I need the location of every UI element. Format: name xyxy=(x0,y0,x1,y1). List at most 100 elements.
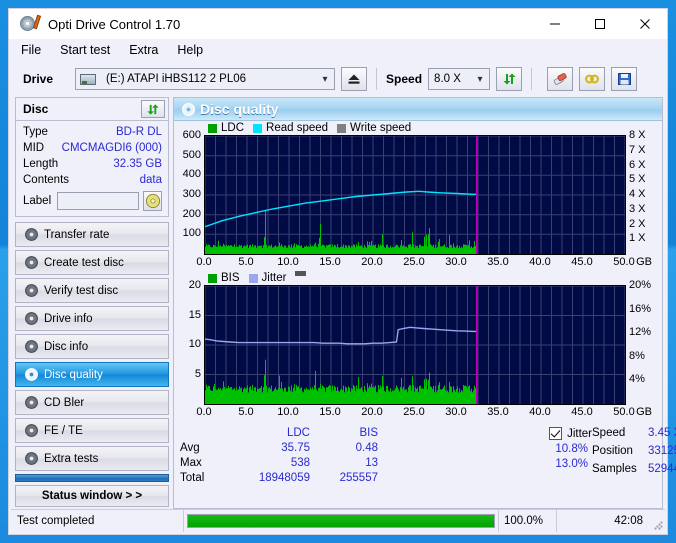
disc-row-contents: Contents data xyxy=(23,173,162,188)
erase-button[interactable] xyxy=(547,67,574,91)
sidebar-item-label: CD Bler xyxy=(44,396,85,409)
refresh-button[interactable] xyxy=(496,67,523,91)
chevron-down-icon: ▾ xyxy=(477,73,483,85)
samples-key: Samples xyxy=(592,463,637,475)
disc-row-mid: MID CMCMAGDI6 (000) xyxy=(23,141,162,156)
minimize-button[interactable] xyxy=(532,9,577,39)
jitter-label: Jitter xyxy=(567,427,592,440)
legend-swatch-jitter xyxy=(248,273,258,283)
disc-icon xyxy=(20,423,42,438)
menu-start-test[interactable]: Start test xyxy=(60,41,120,59)
disc-label-browse-button[interactable] xyxy=(143,191,162,211)
y2-tick: 1 X xyxy=(629,232,646,245)
x-tick: 5.0 xyxy=(238,256,254,268)
disc-icon xyxy=(20,255,42,270)
sidebar-item-verify-test-disc[interactable]: Verify test disc xyxy=(15,278,169,303)
disc-icon xyxy=(20,451,42,466)
sidebar-item-disc-info[interactable]: Disc info xyxy=(15,334,169,359)
y2-tick: 8% xyxy=(629,349,645,362)
disc-label-input[interactable] xyxy=(57,192,140,210)
progress-container xyxy=(184,510,498,532)
legend-label-read-speed: Read speed xyxy=(266,122,329,134)
speed-key: Speed xyxy=(592,427,626,439)
toolbar-divider xyxy=(376,68,378,90)
sidebar-item-cd-bler[interactable]: CD Bler xyxy=(15,390,169,415)
maximize-button[interactable] xyxy=(577,9,622,39)
stats-max-ldc: 538 xyxy=(290,457,310,469)
x-tick: 10.0 xyxy=(277,406,299,418)
chart-bis-jitter: BIS Jitter 5 10 15 20 4% 8% 12% 16% 20% 0.0 5.0 1… xyxy=(174,271,662,421)
y-tick: 600 xyxy=(182,129,201,141)
status-window-button[interactable]: Status window > > xyxy=(15,485,169,507)
app-window: Opti Drive Control 1.70 File Start test … xyxy=(8,8,676,535)
disc-icon xyxy=(20,311,42,326)
stats-total-ldc: 18948059 xyxy=(258,472,310,484)
x-tick: 30.0 xyxy=(445,256,467,268)
speed-value: 3.45 X xyxy=(648,427,676,439)
stats-max-bis: 13 xyxy=(365,457,378,469)
position-key: Position xyxy=(592,445,633,457)
menu-extra[interactable]: Extra xyxy=(129,41,168,59)
drive-select[interactable]: (E:) ATAPI iHBS112 2 PL06 ▾ xyxy=(75,68,336,90)
sidebar-item-label: Create test disc xyxy=(44,256,124,269)
disc-info-panel: Disc Type BD-R DL MID CMCMAGDI6 (000) Le… xyxy=(15,97,169,217)
legend-swatch-bis xyxy=(208,273,217,283)
sidebar-item-drive-info[interactable]: Drive info xyxy=(15,306,169,331)
eject-button[interactable] xyxy=(341,67,368,91)
speed-select[interactable]: 8.0 X ▾ xyxy=(428,68,491,90)
x-tick: 45.0 xyxy=(571,256,593,268)
x-tick: 40.0 xyxy=(529,406,551,418)
sidebar-item-transfer-rate[interactable]: Transfer rate xyxy=(15,222,169,247)
drive-icon xyxy=(80,72,97,87)
close-button[interactable] xyxy=(622,9,667,39)
y2-tick: 4% xyxy=(629,373,645,386)
disc-refresh-button[interactable] xyxy=(141,100,165,118)
disc-icon xyxy=(20,367,42,382)
y2-tick: 12% xyxy=(629,326,652,339)
resize-grip[interactable] xyxy=(649,510,665,532)
y-tick: 100 xyxy=(182,227,201,240)
sidebar-item-label: Transfer rate xyxy=(44,228,110,241)
sidebar-item-fe-te[interactable]: FE / TE xyxy=(15,418,169,443)
legend-swatch-ldc xyxy=(208,123,217,133)
x-tick: 30.0 xyxy=(445,406,467,418)
disc-label-row: Label xyxy=(23,191,162,211)
y2-tick: 8 X xyxy=(629,129,646,141)
disc-icon xyxy=(179,102,197,117)
y2-tick: 3 X xyxy=(629,202,646,215)
x-tick: 5.0 xyxy=(238,406,254,418)
x-tick: 15.0 xyxy=(319,256,341,268)
sidebar-item-disc-quality[interactable]: Disc quality xyxy=(15,362,169,387)
menu-file[interactable]: File xyxy=(21,41,51,59)
menu-help[interactable]: Help xyxy=(177,41,213,59)
jitter-checkbox[interactable] xyxy=(549,427,563,440)
disc-row-key: Length xyxy=(23,158,59,170)
disc-row-type: Type BD-R DL xyxy=(23,125,162,140)
sidebar-item-create-test-disc[interactable]: Create test disc xyxy=(15,250,169,275)
chart-bottom-y-axis: 5 10 15 20 xyxy=(174,279,204,405)
disc-row-key: MID xyxy=(23,142,45,154)
stats-row-label-max: Max xyxy=(180,457,202,469)
disc-info-rows: Type BD-R DL MID CMCMAGDI6 (000) Length … xyxy=(16,121,168,216)
samples-value: 529442 xyxy=(648,463,676,475)
save-button[interactable] xyxy=(611,67,638,91)
stats-total-bis: 255557 xyxy=(339,472,378,484)
legend-label-write-speed: Write speed xyxy=(350,122,412,134)
sidebar-item-label: Disc quality xyxy=(44,368,103,381)
x-tick: 50.0 xyxy=(613,256,635,268)
sidebar-item-label: Disc info xyxy=(44,340,89,353)
y2-tick: 5 X xyxy=(629,173,646,186)
drive-toolbar: Drive (E:) ATAPI iHBS112 2 PL06 ▾ Speed … xyxy=(9,61,667,97)
link-button[interactable] xyxy=(579,67,606,91)
disc-icon xyxy=(20,283,42,298)
sidebar-item-label: FE / TE xyxy=(44,424,83,437)
sidebar-item-extra-tests[interactable]: Extra tests xyxy=(15,446,169,471)
speed-label: Speed xyxy=(386,72,423,86)
sidebar-filler xyxy=(15,474,169,482)
x-tick: 40.0 xyxy=(529,256,551,268)
menu-bar: File Start test Extra Help xyxy=(9,39,667,61)
disc-label-key: Label xyxy=(23,195,52,207)
stats-avg-ldc: 35.75 xyxy=(281,442,310,454)
x-axis-unit: GB xyxy=(636,406,652,418)
x-tick: 15.0 xyxy=(319,406,341,418)
